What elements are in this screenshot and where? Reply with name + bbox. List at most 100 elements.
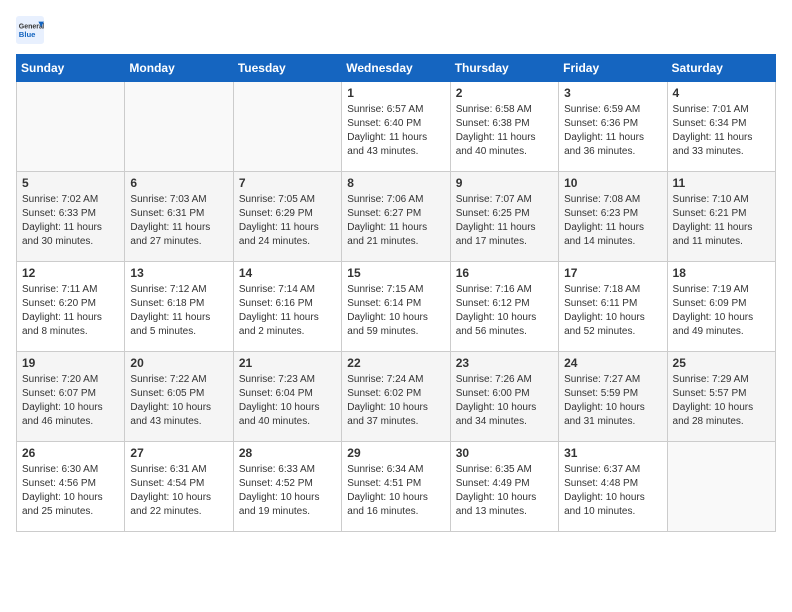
day-number: 17 [564,266,661,280]
day-cell: 20 Sunrise: 7:22 AM Sunset: 6:05 PM Dayli… [125,352,233,442]
page-header: General Blue [16,16,776,44]
day-number: 31 [564,446,661,460]
day-info: Sunrise: 7:06 AM Sunset: 6:27 PM Dayligh… [347,193,444,249]
day-number: 22 [347,356,444,370]
day-number: 2 [456,86,553,100]
day-cell: 17 Sunrise: 7:18 AM Sunset: 6:11 PM Dayli… [559,262,667,352]
col-header-thursday: Thursday [450,55,558,82]
day-info: Sunrise: 6:30 AM Sunset: 4:56 PM Dayligh… [22,463,119,519]
week-row-5: 26 Sunrise: 6:30 AM Sunset: 4:56 PM Dayli… [17,442,776,532]
header-row: SundayMondayTuesdayWednesdayThursdayFrid… [17,55,776,82]
day-number: 8 [347,176,444,190]
day-cell: 2 Sunrise: 6:58 AM Sunset: 6:38 PM Daylig… [450,82,558,172]
day-number: 25 [673,356,770,370]
day-info: Sunrise: 6:57 AM Sunset: 6:40 PM Dayligh… [347,103,444,159]
day-cell: 21 Sunrise: 7:23 AM Sunset: 6:04 PM Dayli… [233,352,341,442]
day-cell: 24 Sunrise: 7:27 AM Sunset: 5:59 PM Dayli… [559,352,667,442]
day-cell [667,442,775,532]
day-cell [125,82,233,172]
day-info: Sunrise: 6:58 AM Sunset: 6:38 PM Dayligh… [456,103,553,159]
day-number: 24 [564,356,661,370]
day-number: 15 [347,266,444,280]
day-info: Sunrise: 7:29 AM Sunset: 5:57 PM Dayligh… [673,373,770,429]
week-row-1: 1 Sunrise: 6:57 AM Sunset: 6:40 PM Daylig… [17,82,776,172]
day-number: 3 [564,86,661,100]
col-header-tuesday: Tuesday [233,55,341,82]
day-number: 19 [22,356,119,370]
day-number: 5 [22,176,119,190]
day-number: 28 [239,446,336,460]
day-info: Sunrise: 7:01 AM Sunset: 6:34 PM Dayligh… [673,103,770,159]
day-number: 30 [456,446,553,460]
day-cell: 26 Sunrise: 6:30 AM Sunset: 4:56 PM Dayli… [17,442,125,532]
day-info: Sunrise: 7:07 AM Sunset: 6:25 PM Dayligh… [456,193,553,249]
logo: General Blue [16,16,48,44]
day-cell: 28 Sunrise: 6:33 AM Sunset: 4:52 PM Dayli… [233,442,341,532]
day-info: Sunrise: 7:12 AM Sunset: 6:18 PM Dayligh… [130,283,227,339]
day-info: Sunrise: 7:10 AM Sunset: 6:21 PM Dayligh… [673,193,770,249]
col-header-saturday: Saturday [667,55,775,82]
day-info: Sunrise: 7:16 AM Sunset: 6:12 PM Dayligh… [456,283,553,339]
day-number: 29 [347,446,444,460]
day-cell: 11 Sunrise: 7:10 AM Sunset: 6:21 PM Dayli… [667,172,775,262]
day-cell: 14 Sunrise: 7:14 AM Sunset: 6:16 PM Dayli… [233,262,341,352]
col-header-monday: Monday [125,55,233,82]
day-cell: 29 Sunrise: 6:34 AM Sunset: 4:51 PM Dayli… [342,442,450,532]
day-info: Sunrise: 7:24 AM Sunset: 6:02 PM Dayligh… [347,373,444,429]
day-cell: 13 Sunrise: 7:12 AM Sunset: 6:18 PM Dayli… [125,262,233,352]
week-row-3: 12Sunrise: 7:11 AM Sunset: 6:20 PM Dayli… [17,262,776,352]
day-number: 21 [239,356,336,370]
day-number: 10 [564,176,661,190]
day-cell [17,82,125,172]
day-number: 12 [22,266,119,280]
day-number: 27 [130,446,227,460]
calendar-table: SundayMondayTuesdayWednesdayThursdayFrid… [16,54,776,532]
day-number: 11 [673,176,770,190]
day-cell: 25 Sunrise: 7:29 AM Sunset: 5:57 PM Dayli… [667,352,775,442]
day-cell: 12Sunrise: 7:11 AM Sunset: 6:20 PM Dayli… [17,262,125,352]
logo-icon: General Blue [16,16,44,44]
day-cell: 8 Sunrise: 7:06 AM Sunset: 6:27 PM Daylig… [342,172,450,262]
col-header-wednesday: Wednesday [342,55,450,82]
day-info: Sunrise: 7:03 AM Sunset: 6:31 PM Dayligh… [130,193,227,249]
day-info: Sunrise: 6:31 AM Sunset: 4:54 PM Dayligh… [130,463,227,519]
day-cell: 30Sunrise: 6:35 AM Sunset: 4:49 PM Dayli… [450,442,558,532]
day-number: 13 [130,266,227,280]
week-row-4: 19Sunrise: 7:20 AM Sunset: 6:07 PM Dayli… [17,352,776,442]
day-number: 23 [456,356,553,370]
day-info: Sunrise: 7:22 AM Sunset: 6:05 PM Dayligh… [130,373,227,429]
day-info: Sunrise: 7:05 AM Sunset: 6:29 PM Dayligh… [239,193,336,249]
day-number: 9 [456,176,553,190]
day-number: 18 [673,266,770,280]
day-info: Sunrise: 7:18 AM Sunset: 6:11 PM Dayligh… [564,283,661,339]
col-header-sunday: Sunday [17,55,125,82]
day-cell: 23 Sunrise: 7:26 AM Sunset: 6:00 PM Dayli… [450,352,558,442]
day-cell: 9 Sunrise: 7:07 AM Sunset: 6:25 PM Daylig… [450,172,558,262]
day-number: 16 [456,266,553,280]
day-cell: 6 Sunrise: 7:03 AM Sunset: 6:31 PM Daylig… [125,172,233,262]
day-info: Sunrise: 7:23 AM Sunset: 6:04 PM Dayligh… [239,373,336,429]
day-info: Sunrise: 7:14 AM Sunset: 6:16 PM Dayligh… [239,283,336,339]
day-number: 4 [673,86,770,100]
day-number: 14 [239,266,336,280]
day-info: Sunrise: 7:27 AM Sunset: 5:59 PM Dayligh… [564,373,661,429]
day-info: Sunrise: 6:37 AM Sunset: 4:48 PM Dayligh… [564,463,661,519]
day-cell: 31 Sunrise: 6:37 AM Sunset: 4:48 PM Dayli… [559,442,667,532]
day-number: 26 [22,446,119,460]
day-info: Sunrise: 6:34 AM Sunset: 4:51 PM Dayligh… [347,463,444,519]
day-cell: 4 Sunrise: 7:01 AM Sunset: 6:34 PM Daylig… [667,82,775,172]
day-number: 20 [130,356,227,370]
day-number: 1 [347,86,444,100]
day-cell: 10 Sunrise: 7:08 AM Sunset: 6:23 PM Dayli… [559,172,667,262]
day-cell: 27 Sunrise: 6:31 AM Sunset: 4:54 PM Dayli… [125,442,233,532]
day-number: 6 [130,176,227,190]
day-info: Sunrise: 6:33 AM Sunset: 4:52 PM Dayligh… [239,463,336,519]
day-info: Sunrise: 7:26 AM Sunset: 6:00 PM Dayligh… [456,373,553,429]
day-info: Sunrise: 7:02 AM Sunset: 6:33 PM Dayligh… [22,193,119,249]
week-row-2: 5 Sunrise: 7:02 AM Sunset: 6:33 PM Daylig… [17,172,776,262]
day-info: Sunrise: 7:08 AM Sunset: 6:23 PM Dayligh… [564,193,661,249]
day-cell: 15Sunrise: 7:15 AM Sunset: 6:14 PM Dayli… [342,262,450,352]
day-cell: 7Sunrise: 7:05 AM Sunset: 6:29 PM Daylig… [233,172,341,262]
col-header-friday: Friday [559,55,667,82]
day-cell: 5 Sunrise: 7:02 AM Sunset: 6:33 PM Daylig… [17,172,125,262]
